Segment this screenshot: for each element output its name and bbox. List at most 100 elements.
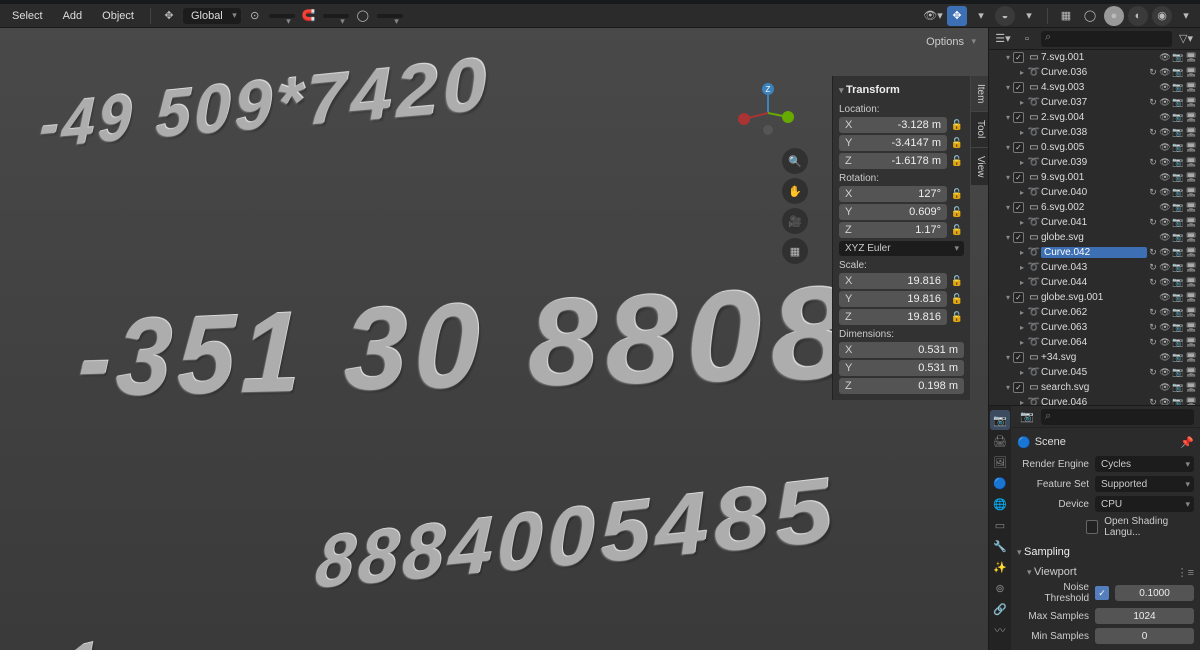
navigation-gizmo[interactable]: Z bbox=[738, 83, 798, 143]
hide-viewport-icon[interactable]: 👁 bbox=[1159, 127, 1171, 139]
tab-object[interactable]: ▭ bbox=[990, 515, 1010, 535]
reload-icon[interactable]: ↻ bbox=[1147, 337, 1159, 349]
object-name[interactable]: Curve.040 bbox=[1041, 187, 1147, 198]
disable-render-icon[interactable]: 📷 bbox=[1172, 277, 1184, 289]
object-name[interactable]: 2.svg.004 bbox=[1041, 112, 1159, 123]
display-icon[interactable]: 🖥 bbox=[1185, 322, 1197, 334]
transform-orientation-dropdown[interactable]: Global bbox=[183, 8, 241, 24]
dim-x-field[interactable]: X0.531 m bbox=[839, 342, 964, 358]
hide-viewport-icon[interactable]: 👁 bbox=[1159, 157, 1171, 169]
object-name[interactable]: +34.svg bbox=[1041, 352, 1159, 363]
hide-viewport-icon[interactable]: 👁 bbox=[1159, 172, 1171, 184]
gizmo-toggle[interactable]: ✥ bbox=[947, 6, 967, 26]
disable-render-icon[interactable]: 📷 bbox=[1172, 112, 1184, 124]
lock-icon[interactable]: 🔓 bbox=[950, 276, 964, 287]
hide-viewport-icon[interactable]: 👁 bbox=[1159, 337, 1171, 349]
scale-y-field[interactable]: Y19.816 bbox=[839, 291, 947, 307]
3d-viewport[interactable]: -49 509*7420 -351 30 8808 8884005485 41 … bbox=[0, 28, 988, 650]
pivot-icon[interactable]: ⊙ bbox=[245, 6, 265, 26]
reload-icon[interactable]: ↻ bbox=[1147, 322, 1159, 334]
display-icon[interactable]: 🖥 bbox=[1185, 397, 1197, 406]
hide-viewport-icon[interactable]: 👁 bbox=[1159, 187, 1171, 199]
object-name[interactable]: Curve.063 bbox=[1041, 322, 1147, 333]
reload-icon[interactable]: ↻ bbox=[1147, 157, 1159, 169]
proportional-dropdown[interactable] bbox=[377, 14, 403, 18]
reload-icon[interactable]: ↻ bbox=[1147, 397, 1159, 406]
object-name[interactable]: Curve.064 bbox=[1041, 337, 1147, 348]
disable-render-icon[interactable]: 📷 bbox=[1172, 367, 1184, 379]
menu-select[interactable]: Select bbox=[4, 7, 51, 25]
outliner-object[interactable]: ➰Curve.042↻👁📷🖥 bbox=[989, 245, 1200, 260]
rotation-z-field[interactable]: Z1.17° bbox=[839, 222, 947, 238]
pan-icon[interactable]: ✋ bbox=[782, 178, 808, 204]
hide-viewport-icon[interactable]: 👁 bbox=[1159, 367, 1171, 379]
shading-wireframe[interactable]: ◯ bbox=[1080, 6, 1100, 26]
outliner-object[interactable]: ➰Curve.045↻👁📷🖥 bbox=[989, 365, 1200, 380]
disable-render-icon[interactable]: 📷 bbox=[1172, 142, 1184, 154]
outliner-collection[interactable]: ✓▭7.svg.001👁📷🖥 bbox=[989, 50, 1200, 65]
display-icon[interactable]: 🖥 bbox=[1185, 127, 1197, 139]
object-name[interactable]: 4.svg.003 bbox=[1041, 82, 1159, 93]
tab-scene[interactable]: 🔵 bbox=[990, 473, 1010, 493]
disable-render-icon[interactable]: 📷 bbox=[1172, 127, 1184, 139]
max-samples-field[interactable]: 1024 bbox=[1095, 608, 1194, 624]
tab-data[interactable]: 〰 bbox=[990, 620, 1010, 640]
reload-icon[interactable]: ↻ bbox=[1147, 217, 1159, 229]
render-engine-dropdown[interactable]: Cycles bbox=[1095, 456, 1194, 472]
menu-object[interactable]: Object bbox=[94, 7, 142, 25]
zoom-icon[interactable]: 🔍 bbox=[782, 148, 808, 174]
reload-icon[interactable]: ↻ bbox=[1147, 127, 1159, 139]
tab-physics[interactable]: ⊚ bbox=[990, 578, 1010, 598]
camera-view-icon[interactable]: 🎥 bbox=[782, 208, 808, 234]
hide-viewport-icon[interactable]: 👁 bbox=[1159, 397, 1171, 406]
object-name[interactable]: globe.svg.001 bbox=[1041, 292, 1159, 303]
device-dropdown[interactable]: CPU bbox=[1095, 496, 1194, 512]
display-icon[interactable]: 🖥 bbox=[1185, 187, 1197, 199]
hide-viewport-icon[interactable]: 👁 bbox=[1159, 202, 1171, 214]
object-name[interactable]: Curve.039 bbox=[1041, 157, 1147, 168]
outliner-object[interactable]: ➰Curve.062↻👁📷🖥 bbox=[989, 305, 1200, 320]
lock-icon[interactable]: 🔓 bbox=[950, 189, 964, 200]
snap-dropdown[interactable] bbox=[323, 14, 349, 18]
pivot-dropdown[interactable] bbox=[269, 14, 295, 18]
location-y-field[interactable]: Y-3.4147 m bbox=[839, 135, 947, 151]
reload-icon[interactable]: ↻ bbox=[1147, 97, 1159, 109]
display-icon[interactable]: 🖥 bbox=[1185, 82, 1197, 94]
outliner-object[interactable]: ➰Curve.044↻👁📷🖥 bbox=[989, 275, 1200, 290]
scale-x-field[interactable]: X19.816 bbox=[839, 273, 947, 289]
disable-render-icon[interactable]: 📷 bbox=[1172, 292, 1184, 304]
tab-item[interactable]: Item bbox=[970, 76, 988, 112]
hide-viewport-icon[interactable]: 👁 bbox=[1159, 82, 1171, 94]
disable-render-icon[interactable]: 📷 bbox=[1172, 337, 1184, 349]
display-icon[interactable]: 🖥 bbox=[1185, 112, 1197, 124]
overlay-dropdown-icon[interactable]: ▾ bbox=[1019, 6, 1039, 26]
pin-icon[interactable]: 📌 bbox=[1180, 436, 1194, 449]
lock-icon[interactable]: 🔓 bbox=[950, 312, 964, 323]
min-samples-field[interactable]: 0 bbox=[1095, 628, 1194, 644]
hide-viewport-icon[interactable]: 👁 bbox=[1159, 277, 1171, 289]
tab-tool[interactable]: Tool bbox=[970, 112, 988, 147]
outliner-object[interactable]: ➰Curve.040↻👁📷🖥 bbox=[989, 185, 1200, 200]
collection-checkbox[interactable]: ✓ bbox=[1013, 352, 1024, 363]
display-icon[interactable]: 🖥 bbox=[1185, 157, 1197, 169]
object-name[interactable]: Curve.041 bbox=[1041, 217, 1147, 228]
display-icon[interactable]: 🖥 bbox=[1185, 262, 1197, 274]
feature-set-dropdown[interactable]: Supported bbox=[1095, 476, 1194, 492]
display-icon[interactable]: 🖥 bbox=[1185, 277, 1197, 289]
reload-icon[interactable]: ↻ bbox=[1147, 262, 1159, 274]
outliner-view-layer-icon[interactable]: ▫ bbox=[1017, 29, 1037, 49]
xray-toggle[interactable]: ▦ bbox=[1056, 6, 1076, 26]
lock-icon[interactable]: 🔓 bbox=[950, 207, 964, 218]
snap-toggle[interactable]: 🧲 bbox=[299, 6, 319, 26]
disable-render-icon[interactable]: 📷 bbox=[1172, 97, 1184, 109]
shading-rendered[interactable]: ◉ bbox=[1152, 6, 1172, 26]
scale-z-field[interactable]: Z19.816 bbox=[839, 309, 947, 325]
outliner-collection[interactable]: ✓▭0.svg.005👁📷🖥 bbox=[989, 140, 1200, 155]
hide-viewport-icon[interactable]: 👁 bbox=[1159, 112, 1171, 124]
outliner-collection[interactable]: ✓▭globe.svg.001👁📷🖥 bbox=[989, 290, 1200, 305]
menu-add[interactable]: Add bbox=[55, 7, 91, 25]
hide-viewport-icon[interactable]: 👁 bbox=[1159, 142, 1171, 154]
outliner-object[interactable]: ➰Curve.037↻👁📷🖥 bbox=[989, 95, 1200, 110]
display-icon[interactable]: 🖥 bbox=[1185, 307, 1197, 319]
reload-icon[interactable]: ↻ bbox=[1147, 67, 1159, 79]
